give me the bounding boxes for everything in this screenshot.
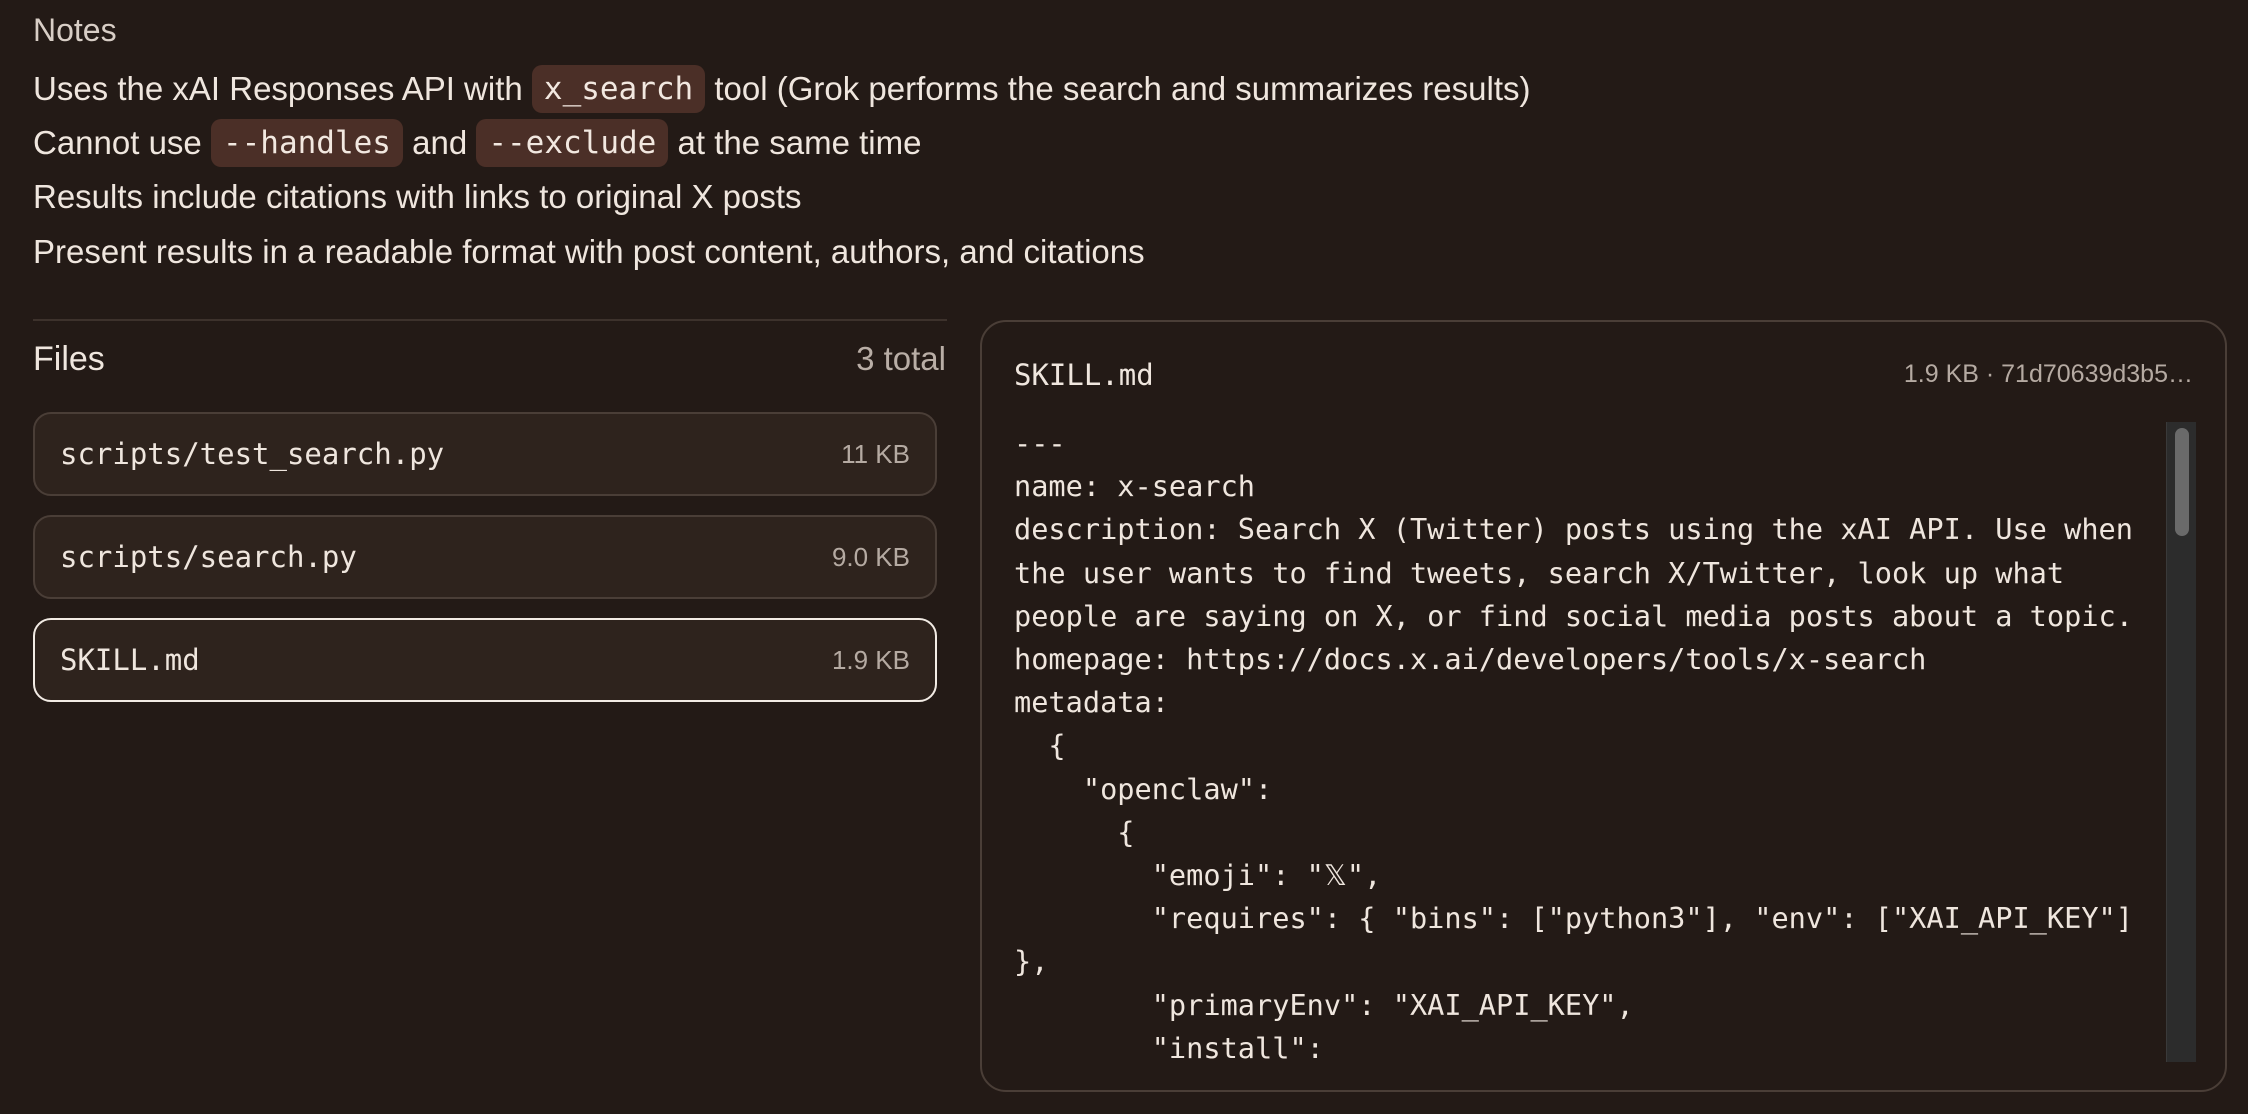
note-text: tool (Grok performs the search and summa… (705, 70, 1531, 107)
note-line-handles-exclude: Cannot use --handles and --exclude at th… (33, 116, 921, 170)
scrollbar-thumb[interactable] (2175, 428, 2189, 536)
note-text: and (402, 124, 477, 161)
file-size: 11 KB (841, 439, 910, 469)
viewer-filename: SKILL.md (1014, 358, 1154, 392)
content-scrollbar[interactable] (2166, 422, 2196, 1062)
viewer-file-meta: 1.9 KB · 71d70639d3b5… (1903, 360, 2193, 388)
note-text: Uses the xAI Responses API with (33, 70, 532, 107)
file-item-test-search-py[interactable]: scripts/test_search.py 11 KB (33, 412, 937, 496)
inline-code-exclude: --exclude (476, 119, 669, 168)
files-heading: Files (33, 340, 105, 378)
file-viewer-panel: SKILL.md 1.9 KB · 71d70639d3b5… --- name… (980, 320, 2227, 1092)
note-line-present-results: Present results in a readable format wit… (33, 233, 1145, 270)
file-content-area[interactable]: --- name: x-search description: Search X… (1014, 422, 2134, 1062)
inline-code-handles: --handles (210, 119, 403, 168)
file-name: SKILL.md (60, 643, 200, 677)
file-item-search-py[interactable]: scripts/search.py 9.0 KB (33, 515, 937, 599)
note-line-citations: Results include citations with links to … (33, 178, 802, 215)
note-text: Cannot use (33, 124, 211, 161)
notes-heading: Notes (33, 12, 117, 48)
file-size: 9.0 KB (831, 542, 910, 572)
file-name: scripts/test_search.py (60, 437, 445, 471)
file-name: scripts/search.py (60, 540, 357, 574)
file-size: 1.9 KB (831, 645, 910, 675)
note-line-responses-api: Uses the xAI Responses API with x_search… (33, 62, 1531, 116)
section-divider (33, 319, 947, 321)
files-count: 3 total (856, 340, 946, 377)
file-content: --- name: x-search description: Search X… (1014, 426, 2133, 1062)
file-item-skill-md[interactable]: SKILL.md 1.9 KB (33, 618, 937, 702)
inline-code-x-search: x_search (531, 65, 706, 114)
note-text: at the same time (668, 124, 922, 161)
